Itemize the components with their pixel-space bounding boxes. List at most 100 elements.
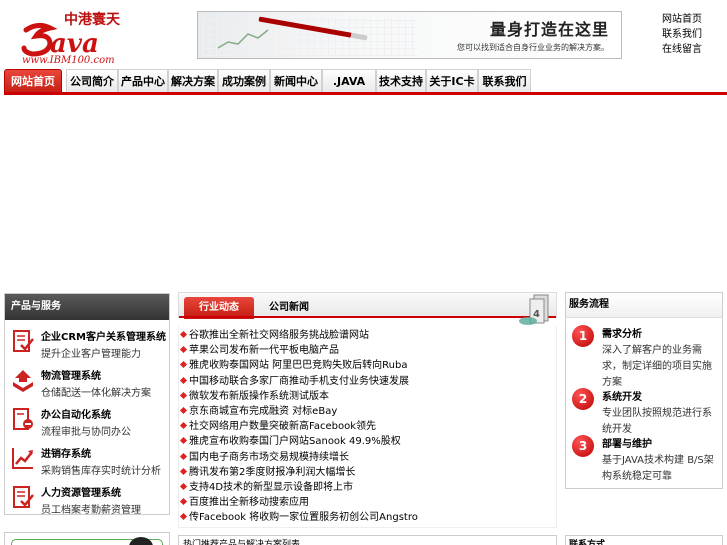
process-step[interactable]: 1 需求分析 深入了解客户的业务需求，制定详细的项目实施方案	[572, 325, 720, 388]
product-subtitle: 流程审批与协同办公	[41, 427, 131, 438]
news-tabs: 行业动态 公司新闻 4	[178, 292, 557, 325]
nav-item-cases[interactable]: 成功案例	[218, 69, 270, 92]
news-title: 百度推出全新移动搜索应用	[189, 497, 309, 509]
header-banner[interactable]: 量身打造在这里 您可以找到适合自身行业业务的解决方案。	[197, 11, 622, 59]
bottom-right-box: 联系方式	[565, 535, 723, 545]
news-title: 传Facebook 将收购一家位置服务初创公司Angstro	[189, 512, 418, 524]
bullet-arrow-icon	[179, 330, 188, 339]
step-description: 专业团队按照规范进行系统开发	[602, 408, 712, 435]
banner-subtitle: 您可以找到适合自身行业业务的解决方案。	[457, 43, 609, 52]
nav-item-java[interactable]: .JAVA	[322, 69, 376, 92]
news-list-item[interactable]: 微软发布新版操作系统测试版本	[179, 389, 329, 404]
bullet-arrow-icon	[179, 498, 188, 506]
news-list-item[interactable]: 苹果公司发布新一代平板电脑产品	[179, 343, 339, 358]
products-panel-title: 产品与服务	[5, 294, 169, 320]
document-stack-icon: 4	[519, 294, 549, 325]
product-subtitle: 采购销售库存实时统计分析	[41, 466, 161, 477]
service-panel-title: 服务流程	[566, 293, 722, 318]
product-subtitle: 员工档案考勤薪资管理	[41, 505, 141, 516]
site-logo[interactable]: 中港寰天 ava www.IBM100.com	[20, 8, 140, 66]
top-link-home[interactable]: 网站首页	[662, 12, 722, 27]
bullet-arrow-icon	[179, 437, 188, 445]
document-minus-icon	[13, 408, 33, 430]
nav-item-news[interactable]: 新闻中心	[270, 69, 322, 92]
service-process-panel: 服务流程 1 需求分析 深入了解客户的业务需求，制定详细的项目实施方案 2 系统…	[565, 292, 723, 489]
nav-item-about[interactable]: 公司简介	[66, 69, 118, 92]
product-item[interactable]: 进销存系统 采购销售库存实时统计分析	[11, 443, 167, 479]
svg-text:www.IBM100.com: www.IBM100.com	[22, 55, 115, 64]
process-step[interactable]: 2 系统开发 专业团队按照规范进行系统开发	[572, 388, 720, 435]
chart-trend-icon	[12, 448, 33, 469]
logo-graphic: 中港寰天 ava www.IBM100.com	[21, 11, 121, 66]
news-title: 支持4D技术的新型显示设备即将上市	[189, 482, 354, 493]
news-list-item[interactable]: 雅虎宣布收购泰国门户网站Sanook 49.9%股权	[179, 434, 401, 449]
nav-item-support[interactable]: 技术支持	[376, 69, 426, 92]
news-panel: 行业动态 公司新闻 4 谷歌推出全新社交网络服务挑战脸谱网站 苹果公司发布新一代平…	[178, 292, 557, 528]
news-list-item[interactable]: 支持4D技术的新型显示设备即将上市	[179, 480, 354, 495]
product-subtitle: 仓储配送一体化解决方案	[41, 388, 151, 399]
step-description: 深入了解客户的业务需求，制定详细的项目实施方案	[602, 345, 712, 388]
bullet-arrow-icon	[179, 467, 188, 475]
bottom-middle-box: 热门推荐产品与解决方案列表	[178, 535, 557, 545]
news-list: 谷歌推出全新社交网络服务挑战脸谱网站 苹果公司发布新一代平板电脑产品雅虎收购泰国网…	[178, 326, 557, 528]
banner-chart-icon	[218, 29, 269, 49]
nav-item-products[interactable]: 产品中心	[118, 69, 168, 92]
news-title: 微软发布新版操作系统测试版本	[189, 390, 329, 402]
process-step[interactable]: 3 部署与维护 基于JAVA技术构建 B/S架构系统稳定可靠	[572, 435, 720, 485]
news-title: 雅虎宣布收购泰国门户网站Sanook 49.9%股权	[189, 436, 401, 448]
nav-accent-bar	[4, 92, 727, 95]
news-list-item[interactable]: 国内电子商务市场交易规模持续增长	[179, 450, 349, 465]
product-item[interactable]: 物流管理系统 仓储配送一体化解决方案	[11, 365, 167, 401]
bullet-arrow-icon	[179, 482, 188, 491]
document-check-icon	[13, 486, 34, 508]
news-list-item[interactable]: 雅虎收购泰国网站 阿里巴巴竞购失败后转向Ruba	[179, 358, 408, 373]
nav-item-solutions[interactable]: 解决方案	[168, 69, 218, 92]
step-description: 基于JAVA技术构建 B/S架构系统稳定可靠	[602, 455, 714, 482]
bullet-arrow-icon	[179, 406, 188, 415]
bullet-arrow-icon	[179, 346, 188, 354]
news-list-item[interactable]: 谷歌推出全新社交网络服务挑战脸谱网站	[179, 328, 369, 343]
step-number-badge: 1	[572, 325, 594, 347]
top-link-message[interactable]: 在线留言	[662, 42, 722, 57]
bullet-arrow-icon	[179, 513, 188, 521]
news-title: 国内电子商务市场交易规模持续增长	[189, 451, 349, 463]
news-title: 苹果公司发布新一代平板电脑产品	[189, 345, 339, 357]
news-title: 中国移动联合多家厂商推动手机支付业务快速发展	[189, 375, 409, 387]
bullet-arrow-icon	[179, 391, 188, 399]
step-title: 部署与维护	[602, 439, 652, 450]
product-title: 进销存系统	[41, 449, 91, 460]
news-title: 谷歌推出全新社交网络服务挑战脸谱网站	[189, 330, 369, 341]
bullet-arrow-icon	[179, 376, 188, 384]
banner-slogan: 量身打造在这里	[489, 20, 609, 39]
news-list-item[interactable]: 腾讯发布第2季度财报净利润大幅增长	[179, 465, 355, 480]
product-title: 办公自动化系统	[41, 410, 111, 421]
product-title: 人力资源管理系统	[41, 488, 121, 499]
step-title: 需求分析	[602, 329, 642, 340]
news-list-item[interactable]: 百度推出全新移动搜索应用	[179, 495, 309, 510]
top-link-contact[interactable]: 联系我们	[662, 27, 722, 42]
news-title: 雅虎收购泰国网站 阿里巴巴竞购失败后转向Ruba	[189, 360, 408, 372]
news-title: 京东商城宣布完成融资 对标eBay	[189, 406, 338, 417]
step-number-badge: 3	[572, 435, 594, 457]
top-links: 网站首页 联系我们 在线留言	[662, 12, 722, 57]
products-panel: 产品与服务 企业CRM客户关系管理系统 提升企业客户管理能力 物流管理系统 仓储…	[4, 293, 170, 518]
document-check-icon	[13, 330, 34, 352]
main-nav: 网站首页 公司简介 产品中心 解决方案 成功案例 新闻中心 .JAVA 技术支持…	[4, 69, 727, 95]
news-list-item[interactable]: 京东商城宣布完成融资 对标eBay	[179, 404, 338, 419]
news-list-item[interactable]: 社交网络用户数量突破新高Facebook领先	[179, 419, 376, 434]
nav-item-contact[interactable]: 联系我们	[478, 69, 531, 92]
step-number-badge: 2	[572, 388, 594, 410]
tabs-accent-line	[179, 316, 556, 318]
bullet-arrow-icon	[179, 361, 188, 369]
news-list-item[interactable]: 传Facebook 将收购一家位置服务初创公司Angstro	[179, 510, 418, 525]
step-title: 系统开发	[602, 392, 642, 403]
product-title: 企业CRM客户关系管理系统	[41, 332, 166, 343]
product-item[interactable]: 办公自动化系统 流程审批与协同办公	[11, 404, 167, 440]
news-list-item[interactable]: 中国移动联合多家厂商推动手机支付业务快速发展	[179, 374, 409, 389]
box-arrow-icon	[13, 370, 33, 392]
product-item[interactable]: 人力资源管理系统 员工档案考勤薪资管理	[11, 482, 167, 518]
svg-text:中港寰天: 中港寰天	[64, 11, 121, 28]
nav-item-ic-card[interactable]: 关于IC卡	[426, 69, 478, 92]
product-item[interactable]: 企业CRM客户关系管理系统 提升企业客户管理能力	[11, 326, 167, 362]
product-title: 物流管理系统	[41, 371, 101, 382]
